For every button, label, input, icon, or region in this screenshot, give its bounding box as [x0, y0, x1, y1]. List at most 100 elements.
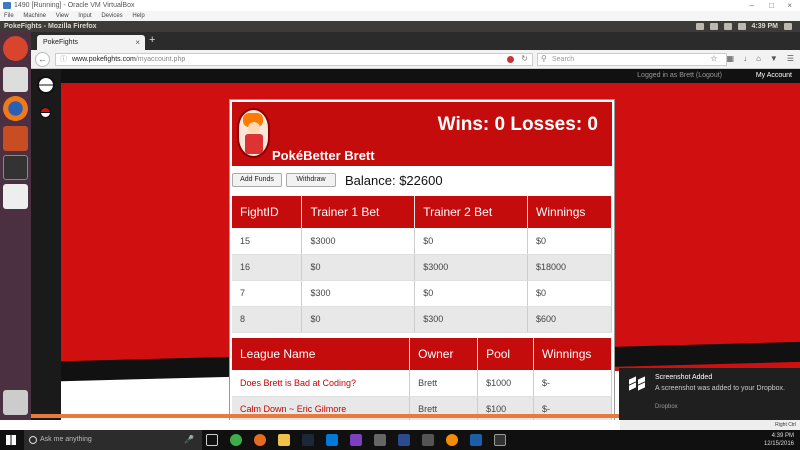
table-row: 16 $0 $3000 $18000	[232, 254, 612, 281]
menu-help[interactable]: Help	[132, 13, 144, 19]
menu-icon[interactable]: ☰	[787, 54, 794, 63]
league-owner: Brett	[409, 370, 479, 397]
league-name-link[interactable]: Does Brett is Bad at Coding?	[232, 370, 411, 397]
trainer1-bet: $0	[301, 254, 416, 281]
pokeball-small-icon[interactable]	[40, 107, 51, 118]
keyboard-icon[interactable]	[709, 23, 718, 30]
menu-file[interactable]: File	[4, 13, 14, 19]
task-view-icon[interactable]	[206, 434, 218, 446]
menu-devices[interactable]: Devices	[101, 13, 122, 19]
bookmark-star-icon[interactable]: ☆	[710, 54, 717, 63]
site-navbar: Logged in as Brett (Logout) My Account	[31, 69, 800, 83]
gear-icon[interactable]	[784, 23, 792, 30]
leagues-header-winnings: Winnings	[533, 338, 612, 370]
url-bar[interactable]: ⓘ www.pokefights.com/myaccount.php ↻	[55, 53, 533, 66]
funds-row: Add Funds Withdraw Balance: $22600	[232, 170, 612, 192]
add-funds-button[interactable]: Add Funds	[232, 173, 282, 187]
search-input[interactable]: ⚲ Search	[537, 53, 727, 66]
menu-input[interactable]: Input	[78, 13, 91, 19]
microphone-icon[interactable]: 🎤	[184, 435, 194, 444]
winnings: $0	[527, 280, 612, 307]
files-icon[interactable]	[3, 67, 28, 92]
steam-icon[interactable]	[302, 434, 314, 446]
my-account-link[interactable]: My Account	[756, 72, 792, 79]
menu-machine[interactable]: Machine	[23, 13, 46, 19]
chrome-icon[interactable]	[230, 434, 242, 446]
text-editor-icon[interactable]	[3, 184, 28, 209]
file-explorer-icon[interactable]	[278, 434, 290, 446]
league-winnings: $-	[533, 370, 612, 397]
trainer1-bet: $3000	[301, 228, 416, 255]
tools-icon[interactable]	[374, 434, 386, 446]
trainer2-bet: $0	[414, 228, 529, 255]
panel-clock[interactable]: 4:39 PM	[752, 21, 778, 32]
logged-in-text[interactable]: Logged in as Brett (Logout)	[637, 72, 722, 79]
terminal-taskbar-icon[interactable]	[494, 434, 506, 446]
battery-icon[interactable]	[723, 23, 732, 30]
photoshop-icon[interactable]	[398, 434, 410, 446]
ubuntu-dash-icon[interactable]	[3, 36, 28, 61]
winnings: $18000	[527, 254, 612, 281]
pokeball-logo-icon[interactable]	[37, 76, 55, 94]
virtualbox-statusbar: Right Ctrl	[620, 420, 800, 430]
virtualbox-taskbar-icon[interactable]	[470, 434, 482, 446]
cortana-search-input[interactable]: Ask me anything 🎤	[24, 430, 202, 450]
reading-list-icon[interactable]: ▦	[727, 54, 735, 63]
ubuntu-launcher	[0, 32, 31, 420]
close-tab-icon[interactable]: ×	[135, 38, 140, 47]
network-icon[interactable]	[695, 23, 704, 30]
minimize-icon[interactable]: –	[750, 0, 754, 11]
reload-icon[interactable]: ↻	[521, 55, 528, 63]
firefox-tab-strip: PokeFights × +	[31, 32, 800, 50]
trainer2-bet: $300	[414, 306, 529, 333]
tray-time: 4:39 PM	[771, 433, 794, 439]
fights-header-trainer2: Trainer 2 Bet	[414, 196, 529, 228]
ubuntu-top-panel: PokeFights - Mozilla Firefox 4:39 PM	[0, 21, 800, 32]
table-row: 8 $0 $300 $600	[232, 306, 612, 333]
maximize-icon[interactable]: □	[769, 0, 774, 11]
firefox-taskbar-icon[interactable]	[254, 434, 266, 446]
fight-id: 15	[232, 228, 303, 255]
info-icon[interactable]: ⓘ	[60, 56, 67, 64]
leagues-header-pool: Pool	[477, 338, 535, 370]
user-name: PokéBetter Brett	[272, 148, 375, 163]
fights-header-winnings: Winnings	[527, 196, 612, 228]
settings-icon[interactable]	[3, 126, 28, 151]
pocket-icon[interactable]: ▼	[770, 54, 778, 63]
menu-view[interactable]: View	[56, 13, 69, 19]
fights-header-trainer1: Trainer 1 Bet	[301, 196, 416, 228]
firefox-icon[interactable]	[3, 96, 28, 121]
virtualbox-title: 1490 [Running] - Oracle VM VirtualBox	[14, 2, 135, 9]
tab-pokefights[interactable]: PokeFights ×	[37, 35, 145, 50]
winnings: $600	[527, 306, 612, 333]
dropbox-notification[interactable]: Screenshot Added A screenshot was added …	[619, 368, 800, 420]
volume-icon[interactable]	[737, 23, 746, 30]
leagues-header-owner: Owner	[409, 338, 479, 370]
store-icon[interactable]	[326, 434, 338, 446]
pokeball-extension-icon[interactable]	[507, 56, 514, 63]
trainer1-bet: $300	[301, 280, 416, 307]
app-icon[interactable]	[350, 434, 362, 446]
trash-icon[interactable]	[3, 390, 28, 415]
notification-title: Screenshot Added	[655, 374, 713, 381]
leagues-table: League Name Owner Pool Winnings Does Bre…	[232, 338, 612, 420]
system-tray[interactable]: 4:39 PM 12/15/2016	[764, 432, 794, 448]
app2-icon[interactable]	[422, 434, 434, 446]
virtualbox-menubar: File Machine View Input Devices Help	[0, 11, 800, 21]
league-pool: $1000	[477, 370, 535, 397]
withdraw-button[interactable]: Withdraw	[286, 173, 336, 187]
windows-start-icon[interactable]	[6, 435, 16, 445]
home-icon[interactable]: ⌂	[756, 54, 761, 63]
back-arrow-icon[interactable]: ←	[35, 52, 50, 67]
firefox-navbar: ← ⓘ www.pokefights.com/myaccount.php ↻ ⚲…	[31, 50, 800, 69]
new-tab-icon[interactable]: +	[149, 34, 155, 46]
balance-text: Balance: $22600	[345, 173, 443, 188]
virtualbox-icon	[3, 2, 11, 9]
windows-taskbar: Ask me anything 🎤 4:39 PM 12/15/2016	[0, 430, 800, 450]
overwatch-icon[interactable]	[446, 434, 458, 446]
tray-date: 12/15/2016	[763, 441, 794, 447]
terminal-icon[interactable]	[3, 155, 28, 180]
fights-table: FightID Trainer 1 Bet Trainer 2 Bet Winn…	[232, 196, 612, 333]
download-icon[interactable]: ↓	[743, 54, 747, 63]
close-icon[interactable]: ×	[787, 0, 792, 11]
